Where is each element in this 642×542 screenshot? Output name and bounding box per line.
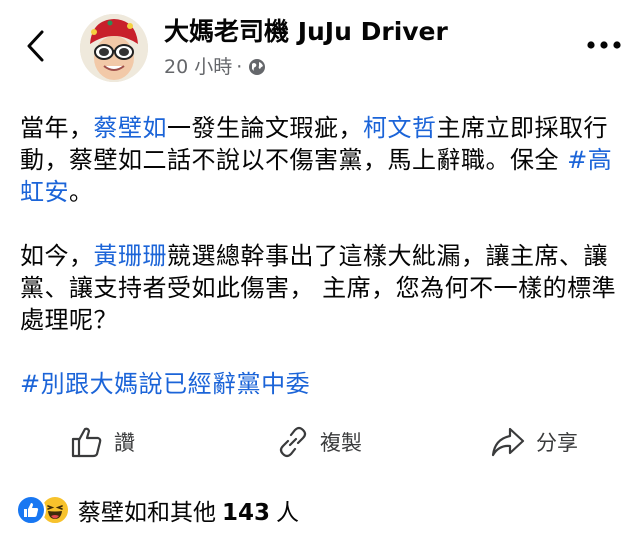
text-segment: 一發生論文瑕疵， (167, 114, 363, 142)
post-paragraph-3: #別跟大媽說已經辭黨中委 (20, 368, 624, 400)
share-button[interactable]: 分享 (490, 420, 578, 464)
share-arrow-icon (491, 427, 525, 457)
post-header: 大媽老司機 JuJu Driver 20 小時 · (0, 0, 642, 100)
link-icon (279, 426, 307, 458)
hashtag-link[interactable]: #別跟大媽說已經辭黨中委 (20, 370, 310, 398)
copy-label: 複製 (320, 431, 362, 455)
chevron-left-icon (27, 30, 44, 62)
copy-link-button[interactable]: 複製 (276, 420, 362, 464)
like-reaction-icon (16, 495, 46, 525)
reaction-unit: 人 (276, 500, 300, 526)
reactor-names: 蔡壁如和其他 (78, 500, 216, 526)
post-paragraph-1: 當年，蔡壁如一發生論文瑕疵，柯文哲主席立即採取行動，蔡壁如二話不說以不傷害黨，馬… (20, 112, 624, 208)
text-segment: 當年， (20, 114, 94, 142)
reaction-count: 143 (222, 500, 271, 526)
text-segment: 。 (69, 178, 94, 206)
more-horizontal-icon (587, 41, 621, 49)
thumbs-up-icon (71, 427, 102, 458)
mention-link[interactable]: 柯文哲 (363, 114, 437, 142)
reactions-summary[interactable]: 蔡壁如和其他 143 人 (16, 492, 299, 528)
reactions-text: 蔡壁如和其他 143 人 (78, 493, 299, 527)
post-meta: 20 小時 · (164, 54, 266, 80)
text-segment: 如今， (20, 242, 94, 270)
post-time[interactable]: 20 小時 (164, 54, 232, 80)
mention-link[interactable]: 蔡壁如 (94, 114, 168, 142)
like-label: 讚 (114, 431, 135, 455)
author-name[interactable]: 大媽老司機 JuJu Driver (164, 16, 448, 48)
post-action-bar: 讚 複製 分享 (0, 420, 642, 464)
avatar-image (80, 14, 148, 82)
post-text: 當年，蔡壁如一發生論文瑕疵，柯文哲主席立即採取行動，蔡壁如二話不說以不傷害黨，馬… (20, 112, 624, 400)
avatar[interactable] (80, 14, 148, 82)
globe-icon (249, 59, 266, 75)
mention-link[interactable]: 黃珊珊 (94, 242, 168, 270)
post-paragraph-2: 如今，黃珊珊競選總幹事出了這樣大紕漏，讓主席、讓黨、讓支持者受如此傷害， 主席，… (20, 240, 624, 336)
share-label: 分享 (536, 431, 578, 455)
like-button[interactable]: 讚 (70, 420, 135, 464)
back-button[interactable] (18, 28, 54, 64)
meta-separator: · (236, 56, 243, 78)
more-options-button[interactable] (584, 30, 624, 60)
